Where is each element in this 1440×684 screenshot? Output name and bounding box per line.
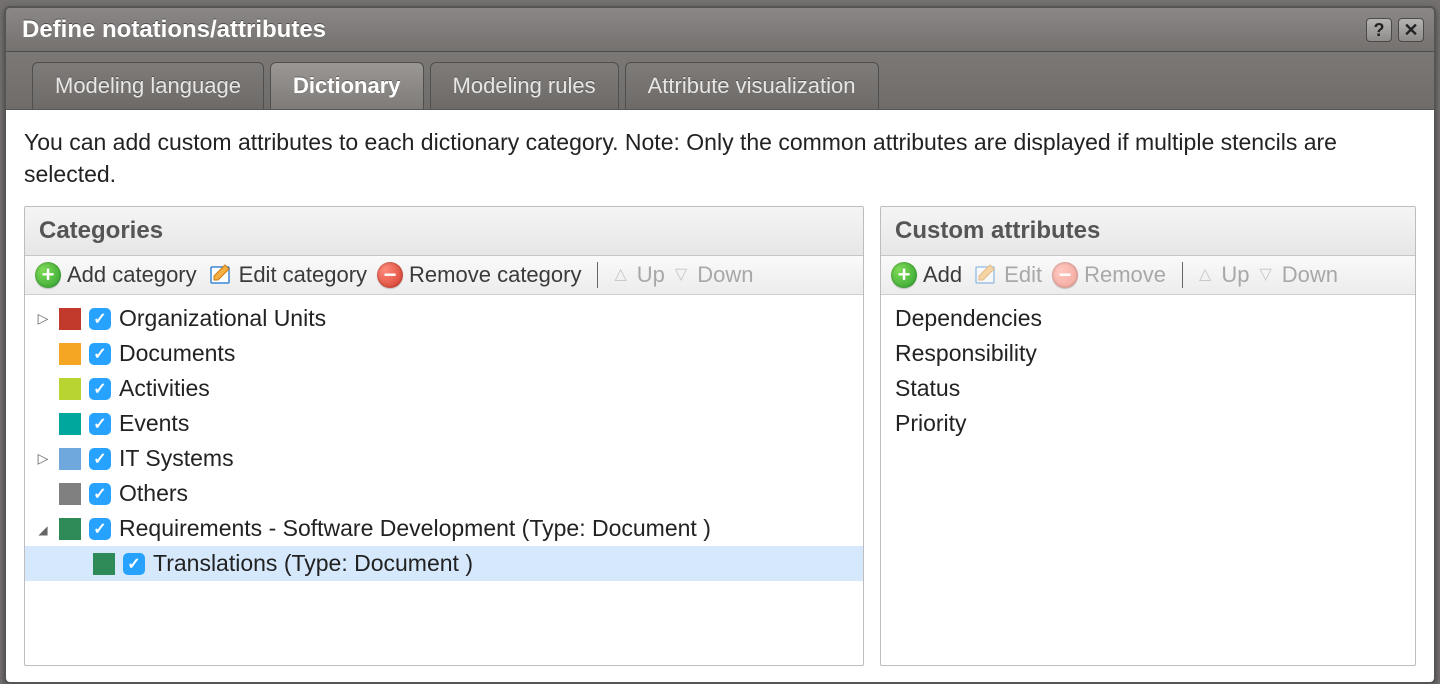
category-label: Translations (Type: Document ) [153, 550, 473, 577]
edit-icon [207, 262, 233, 288]
category-color-swatch [59, 308, 81, 330]
remove-attribute-label: Remove [1084, 262, 1166, 288]
category-color-swatch [59, 518, 81, 540]
minus-icon: − [377, 262, 403, 288]
category-label: Others [119, 480, 188, 507]
categories-header: Categories [25, 207, 863, 256]
category-row[interactable]: IT Systems [25, 441, 863, 476]
categories-group: Categories + Add category Edit category … [24, 206, 864, 666]
toolbar-separator [597, 262, 598, 288]
category-row[interactable]: Requirements - Software Development (Typ… [25, 511, 863, 546]
attribute-item[interactable]: Priority [881, 406, 1415, 441]
category-row[interactable]: Translations (Type: Document ) [25, 546, 863, 581]
add-category-label: Add category [67, 262, 197, 288]
category-label: Documents [119, 340, 235, 367]
move-up-label: Up [637, 262, 665, 288]
edit-icon [972, 262, 998, 288]
plus-icon: + [35, 262, 61, 288]
category-label: Activities [119, 375, 210, 402]
edit-category-button[interactable]: Edit category [207, 262, 367, 288]
dialog: Define notations/attributes ? ✕ Modeling… [4, 6, 1436, 684]
custom-attributes-toolbar: + Add Edit − Remove [881, 256, 1415, 295]
dialog-titlebar: Define notations/attributes ? ✕ [6, 8, 1434, 52]
attr-move-down-label: Down [1282, 262, 1338, 288]
category-color-swatch [59, 483, 81, 505]
move-down-button[interactable]: Down [675, 262, 754, 288]
attr-move-up-label: Up [1221, 262, 1249, 288]
category-row[interactable]: Activities [25, 371, 863, 406]
remove-category-button[interactable]: − Remove category [377, 262, 581, 288]
category-color-swatch [59, 448, 81, 470]
add-category-button[interactable]: + Add category [35, 262, 197, 288]
tab-attribute-visualization[interactable]: Attribute visualization [625, 62, 879, 109]
toolbar-separator [1182, 262, 1183, 288]
triangle-down-icon [675, 267, 687, 283]
category-checkbox[interactable] [89, 518, 111, 540]
category-label: IT Systems [119, 445, 234, 472]
help-button[interactable]: ? [1366, 18, 1392, 42]
attr-move-down-button[interactable]: Down [1259, 262, 1338, 288]
move-down-label: Down [697, 262, 753, 288]
collapse-icon[interactable] [35, 521, 51, 537]
remove-category-label: Remove category [409, 262, 581, 288]
category-label: Events [119, 410, 189, 437]
category-color-swatch [59, 343, 81, 365]
expand-icon[interactable] [35, 310, 51, 327]
category-checkbox[interactable] [89, 483, 111, 505]
close-button[interactable]: ✕ [1398, 18, 1424, 42]
window-buttons: ? ✕ [1366, 18, 1424, 42]
triangle-up-icon [614, 267, 626, 283]
dictionary-panel: You can add custom attributes to each di… [6, 110, 1434, 682]
custom-attributes-header: Custom attributes [881, 207, 1415, 256]
two-column-layout: Categories + Add category Edit category … [24, 206, 1416, 666]
attribute-item[interactable]: Status [881, 371, 1415, 406]
remove-attribute-button[interactable]: − Remove [1052, 262, 1166, 288]
expand-icon[interactable] [35, 450, 51, 467]
category-row[interactable]: Others [25, 476, 863, 511]
minus-icon: − [1052, 262, 1078, 288]
category-checkbox[interactable] [89, 308, 111, 330]
attribute-item[interactable]: Dependencies [881, 301, 1415, 336]
attr-move-up-button[interactable]: Up [1199, 262, 1249, 288]
tab-dictionary[interactable]: Dictionary [270, 62, 424, 109]
category-label: Requirements - Software Development (Typ… [119, 515, 711, 542]
add-attribute-label: Add [923, 262, 962, 288]
move-up-button[interactable]: Up [614, 262, 664, 288]
categories-toolbar: + Add category Edit category − Remove ca… [25, 256, 863, 295]
dialog-title: Define notations/attributes [22, 16, 326, 44]
tab-modeling-rules[interactable]: Modeling rules [430, 62, 619, 109]
category-checkbox[interactable] [89, 448, 111, 470]
category-color-swatch [59, 413, 81, 435]
triangle-down-icon [1259, 267, 1271, 283]
tabstrip: Modeling language Dictionary Modeling ru… [6, 52, 1434, 110]
category-checkbox[interactable] [123, 553, 145, 575]
custom-attributes-list[interactable]: DependenciesResponsibilityStatusPriority [881, 295, 1415, 665]
category-color-swatch [93, 553, 115, 575]
custom-attributes-group: Custom attributes + Add Edit − Remo [880, 206, 1416, 666]
category-label: Organizational Units [119, 305, 326, 332]
category-checkbox[interactable] [89, 413, 111, 435]
category-row[interactable]: Documents [25, 336, 863, 371]
add-attribute-button[interactable]: + Add [891, 262, 962, 288]
category-row[interactable]: Events [25, 406, 863, 441]
categories-tree[interactable]: Organizational Units Documents Activities E… [25, 295, 863, 665]
category-color-swatch [59, 378, 81, 400]
edit-attribute-label: Edit [1004, 262, 1042, 288]
intro-text: You can add custom attributes to each di… [24, 126, 1416, 190]
plus-icon: + [891, 262, 917, 288]
edit-attribute-button[interactable]: Edit [972, 262, 1042, 288]
edit-category-label: Edit category [239, 262, 367, 288]
category-row[interactable]: Organizational Units [25, 301, 863, 336]
category-checkbox[interactable] [89, 343, 111, 365]
category-checkbox[interactable] [89, 378, 111, 400]
triangle-up-icon [1199, 267, 1211, 283]
tab-modeling-language[interactable]: Modeling language [32, 62, 264, 109]
attribute-item[interactable]: Responsibility [881, 336, 1415, 371]
